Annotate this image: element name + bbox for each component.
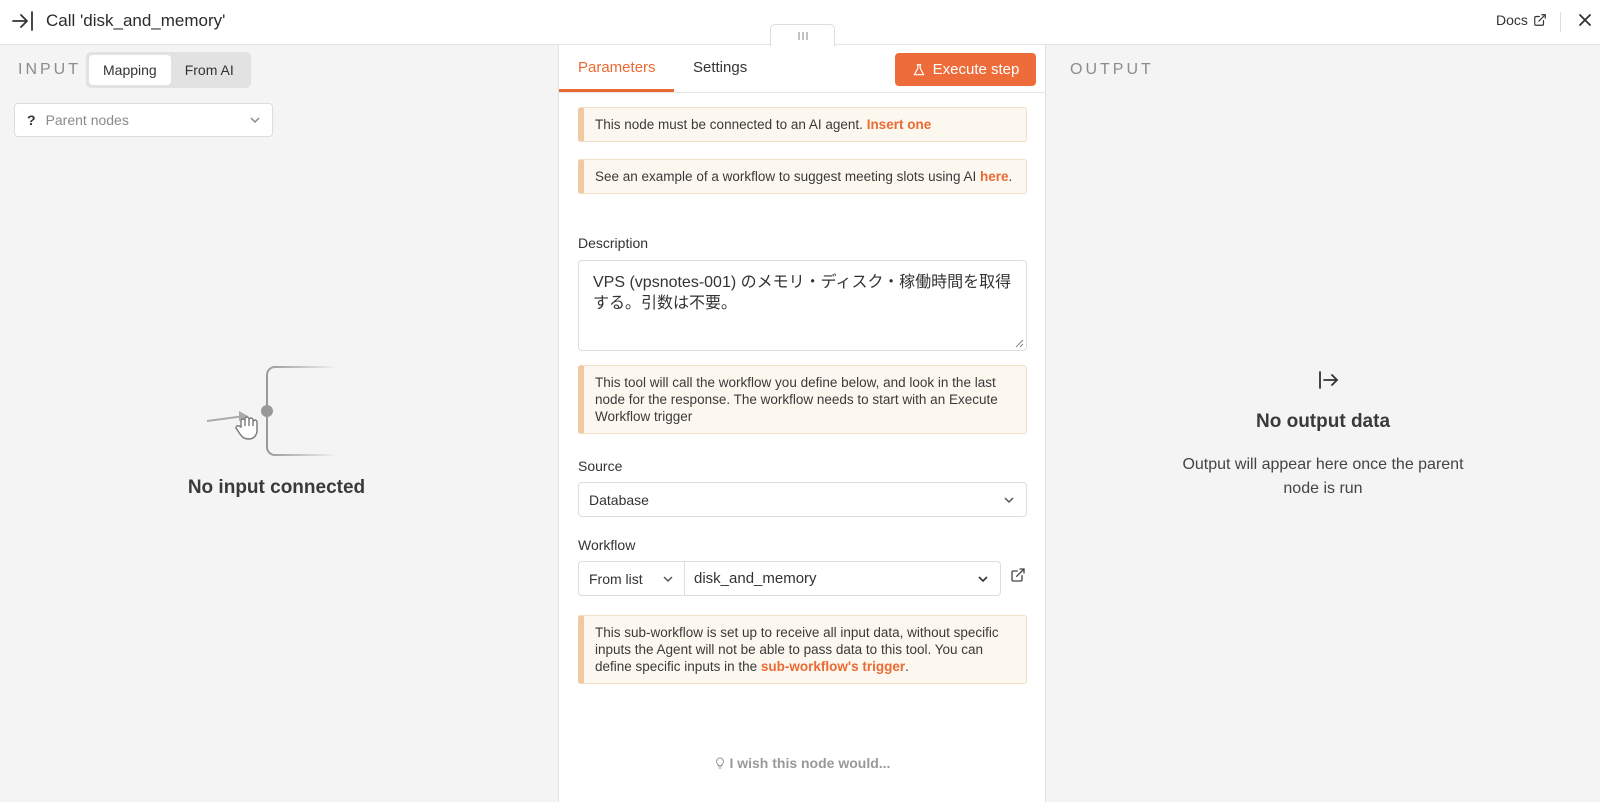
description-textarea[interactable]: VPS (vpsnotes-001) のメモリ・ディスク・稼働時間を取得する。引… — [578, 260, 1027, 351]
source-label: Source — [578, 458, 623, 474]
parameters-panel: Parameters Settings Execute step This no… — [558, 45, 1046, 802]
mode-from-ai[interactable]: From AI — [171, 55, 248, 85]
external-link-icon — [1534, 14, 1546, 26]
notice-sub-workflow-end: . — [905, 659, 909, 674]
question-icon: ? — [27, 112, 36, 128]
panel-drag-handle[interactable] — [770, 24, 835, 46]
no-input-message: No input connected — [187, 477, 366, 498]
execute-step-label: Execute step — [932, 61, 1020, 78]
parent-nodes-select[interactable]: ? Parent nodes — [14, 103, 273, 137]
grip-icon — [797, 31, 808, 40]
header-divider — [1560, 12, 1561, 32]
exit-icon — [1319, 371, 1338, 389]
workflow-mode-value: From list — [589, 570, 643, 587]
mode-mapping[interactable]: Mapping — [89, 55, 171, 85]
workflow-label: Workflow — [578, 537, 636, 553]
chevron-down-icon — [250, 117, 260, 124]
no-output-title: No output data — [1255, 411, 1391, 432]
notice-tool-info: This tool will call the workflow you def… — [578, 365, 1027, 434]
node-title[interactable]: Call 'disk_and_memory' — [46, 11, 225, 31]
notice-ai-agent-text: This node must be connected to an AI age… — [595, 117, 867, 132]
source-value: Database — [589, 491, 649, 508]
no-output-subtitle: Output will appear here once the parent … — [1182, 456, 1464, 497]
close-icon[interactable] — [1577, 12, 1593, 28]
chevron-down-icon — [1004, 497, 1014, 504]
no-input-illustration — [206, 366, 338, 456]
enter-icon — [12, 11, 33, 31]
example-here-link[interactable]: here — [980, 169, 1009, 184]
active-tab-indicator — [559, 89, 674, 92]
docs-label: Docs — [1496, 12, 1528, 28]
resize-handle-icon[interactable] — [1014, 338, 1024, 348]
sub-workflow-trigger-link[interactable]: sub-workflow's trigger — [761, 659, 905, 674]
notice-example-end: . — [1008, 169, 1013, 184]
workflow-select[interactable]: disk_and_memory — [685, 561, 1001, 596]
notice-sub-workflow: This sub-workflow is set up to receive a… — [578, 615, 1027, 684]
notice-ai-agent: This node must be connected to an AI age… — [578, 107, 1027, 142]
output-panel: OUTPUT No output data Output will appear… — [1046, 45, 1600, 802]
parent-nodes-placeholder: Parent nodes — [45, 112, 129, 128]
input-label: INPUT — [18, 61, 81, 78]
output-label: OUTPUT — [1070, 61, 1154, 78]
chevron-down-icon — [663, 576, 673, 583]
feedback-link[interactable]: I wish this node would... — [559, 755, 1045, 771]
open-workflow-icon[interactable] — [1010, 567, 1026, 583]
insert-one-link[interactable]: Insert one — [867, 117, 932, 132]
notice-example-text: See an example of a workflow to suggest … — [595, 169, 980, 184]
tab-settings[interactable]: Settings — [693, 59, 747, 76]
source-select[interactable]: Database — [578, 482, 1027, 517]
description-label: Description — [578, 235, 649, 251]
tab-parameters[interactable]: Parameters — [578, 59, 656, 76]
execute-step-button[interactable]: Execute step — [895, 53, 1036, 86]
notice-example: See an example of a workflow to suggest … — [578, 159, 1027, 194]
input-panel: INPUT Mapping From AI ? Parent nodes No … — [0, 45, 558, 802]
workflow-mode-select[interactable]: From list — [578, 561, 685, 596]
feedback-label: I wish this node would... — [729, 755, 891, 771]
lightbulb-icon — [715, 757, 724, 769]
workflow-value: disk_and_memory — [694, 570, 817, 587]
flask-icon — [913, 63, 924, 75]
input-mode-toggle: Mapping From AI — [86, 52, 251, 88]
docs-link[interactable]: Docs — [1496, 12, 1547, 28]
tab-bar: Parameters Settings Execute step — [559, 45, 1045, 93]
description-value: VPS (vpsnotes-001) のメモリ・ディスク・稼働時間を取得する。引… — [593, 274, 1012, 312]
chevron-down-icon — [978, 576, 988, 583]
